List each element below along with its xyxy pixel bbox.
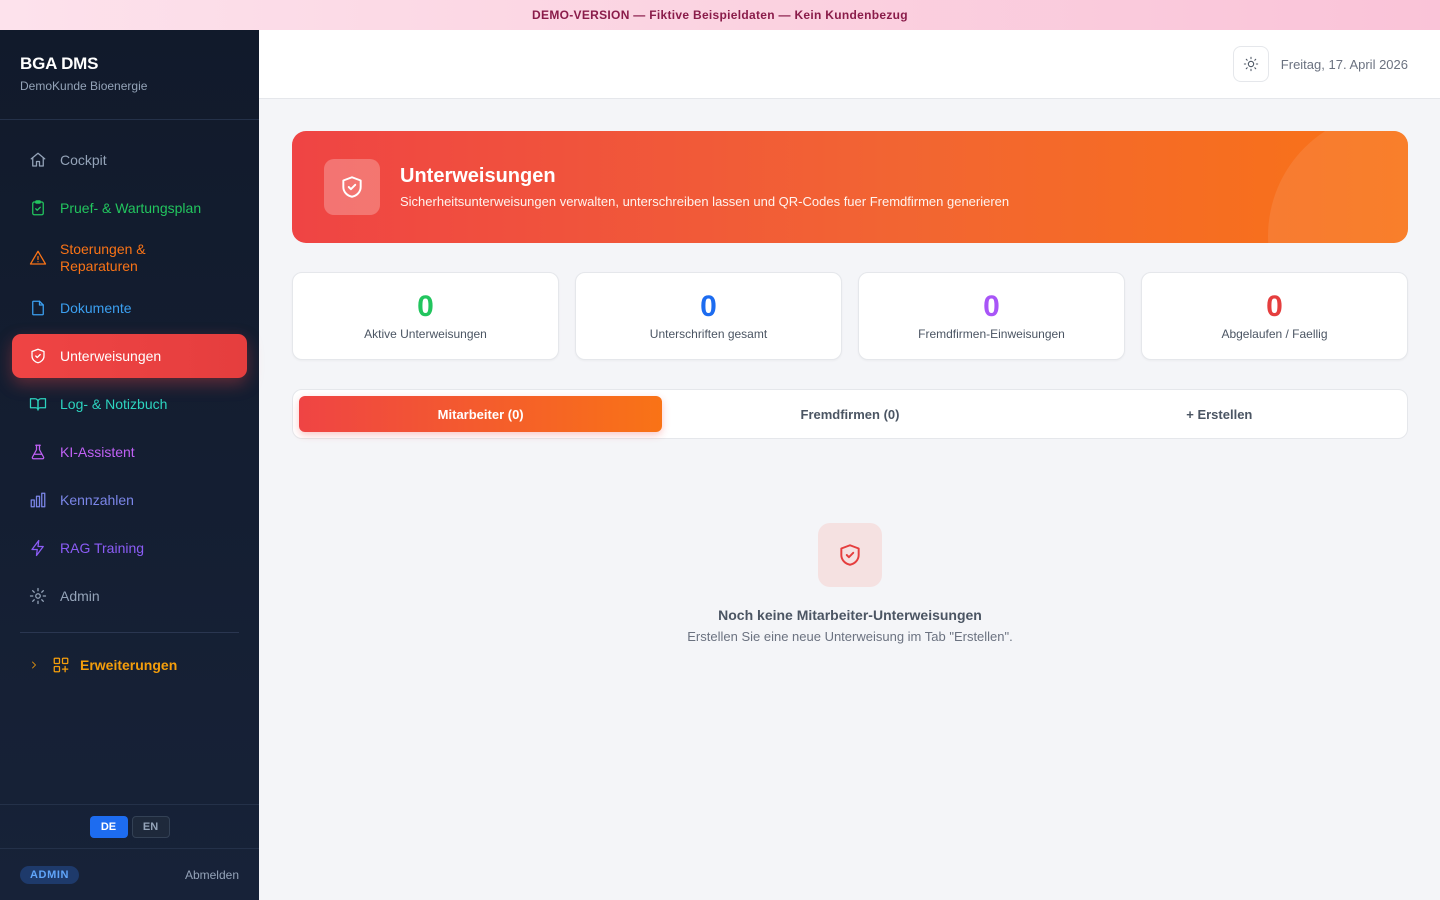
zap-icon (28, 538, 48, 558)
stat-card-aktive-unterweisungen: 0 Aktive Unterweisungen (292, 272, 559, 360)
flask-icon (28, 442, 48, 462)
sidebar-item-admin[interactable]: Admin (12, 574, 247, 618)
extensions-toggle[interactable]: Erweiterungen (12, 647, 247, 683)
clipboard-check-icon (28, 198, 48, 218)
stat-value: 0 (700, 290, 717, 323)
empty-state: Noch keine Mitarbeiter-Unterweisungen Er… (292, 523, 1408, 644)
demo-banner: DEMO-VERSION — Fiktive Beispieldaten — K… (0, 0, 1440, 30)
shield-check-icon (28, 346, 48, 366)
stat-label: Abgelaufen / Faellig (1221, 327, 1328, 341)
sidebar-item-pruef-wartungsplan[interactable]: Pruef- & Wartungsplan (12, 186, 247, 230)
sidebar-item-label: Admin (60, 587, 100, 604)
logout-link[interactable]: Abmelden (185, 868, 239, 882)
tab-fremdfirmen[interactable]: Fremdfirmen (0) (668, 396, 1031, 432)
sun-icon (1243, 56, 1259, 72)
chevron-right-icon (28, 659, 42, 671)
sidebar-item-dokumente[interactable]: Dokumente (12, 286, 247, 330)
hero-decoration (1268, 131, 1408, 243)
page-title: Unterweisungen (400, 165, 556, 187)
book-open-icon (28, 394, 48, 414)
home-icon (28, 150, 48, 170)
stat-label: Aktive Unterweisungen (364, 327, 487, 341)
tab-bar: Mitarbeiter (0) Fremdfirmen (0) + Erstel… (292, 389, 1408, 439)
extensions-label: Erweiterungen (80, 657, 178, 673)
sidebar-item-cockpit[interactable]: Cockpit (12, 138, 247, 182)
sidebar-item-label: Unterweisungen (60, 347, 162, 364)
file-icon (28, 298, 48, 318)
empty-state-title: Noch keine Mitarbeiter-Unterweisungen (718, 607, 982, 623)
sidebar-item-label: Stoerungen & Reparaturen (60, 241, 146, 274)
shield-check-icon (324, 159, 380, 215)
bar-chart-icon (28, 490, 48, 510)
stats-row: 0 Aktive Unterweisungen 0 Unterschriften… (292, 272, 1408, 360)
stat-label: Unterschriften gesamt (649, 327, 768, 341)
gear-icon (28, 586, 48, 606)
tab-erstellen[interactable]: + Erstellen (1038, 396, 1401, 432)
sidebar-item-label: Kennzahlen (60, 491, 134, 508)
stat-card-unterschriften: 0 Unterschriften gesamt (575, 272, 842, 360)
page-header: Unterweisungen Sicherheitsunterweisungen… (292, 131, 1408, 243)
current-date: Freitag, 17. April 2026 (1280, 56, 1408, 72)
sidebar-item-ki-assistent[interactable]: KI-Assistent (12, 430, 247, 474)
stat-label: Fremdfirmen-Einweisungen (918, 327, 1065, 341)
role-badge: ADMIN (20, 865, 80, 884)
sidebar-nav: Cockpit Pruef- & Wartungsplan Stoerungen… (0, 120, 259, 683)
sidebar-item-label: Log- & Notizbuch (60, 395, 168, 412)
warning-triangle-icon (28, 248, 48, 268)
sidebar-item-label: KI-Assistent (60, 443, 135, 460)
sidebar: BGA DMS DemoKunde Bioenergie Cockpit Pru… (0, 30, 259, 900)
brand-subtitle: DemoKunde Bioenergie (20, 79, 148, 93)
sidebar-item-label: Pruef- & Wartungsplan (60, 199, 202, 216)
stat-value: 0 (983, 290, 1000, 323)
main-content: Unterweisungen Sicherheitsunterweisungen… (292, 131, 1408, 644)
sidebar-item-label: Dokumente (60, 299, 132, 316)
sidebar-footer: ADMIN Abmelden (0, 848, 259, 900)
sidebar-item-label: Cockpit (60, 151, 107, 168)
sidebar-item-stoerungen[interactable]: Stoerungen & Reparaturen (12, 234, 247, 282)
topbar: Freitag, 17. April 2026 (259, 30, 1440, 99)
sidebar-item-label: RAG Training (60, 539, 145, 556)
stat-value: 0 (417, 290, 434, 323)
divider (20, 632, 239, 633)
empty-state-subtitle: Erstellen Sie eine neue Unterweisung im … (687, 629, 1013, 644)
brand-title: BGA DMS (20, 54, 99, 73)
stat-value: 0 (1266, 290, 1283, 323)
page-subtitle: Sicherheitsunterweisungen verwalten, unt… (400, 194, 1010, 209)
sidebar-item-log-notizbuch[interactable]: Log- & Notizbuch (12, 382, 247, 426)
language-switcher: DE EN (0, 804, 259, 848)
extensions-icon (52, 656, 70, 674)
tab-mitarbeiter[interactable]: Mitarbeiter (0) (299, 396, 663, 432)
sidebar-item-unterweisungen[interactable]: Unterweisungen (12, 334, 247, 378)
sidebar-item-rag-training[interactable]: RAG Training (12, 526, 247, 570)
lang-de-button[interactable]: DE (89, 815, 128, 838)
stat-card-fremdfirmen: 0 Fremdfirmen-Einweisungen (858, 272, 1125, 360)
shield-check-icon (818, 523, 882, 587)
brand: BGA DMS DemoKunde Bioenergie (0, 30, 259, 120)
sidebar-item-kennzahlen[interactable]: Kennzahlen (12, 478, 247, 522)
lang-en-button[interactable]: EN (131, 815, 170, 838)
theme-toggle-button[interactable] (1232, 46, 1269, 82)
stat-card-abgelaufen: 0 Abgelaufen / Faellig (1141, 272, 1408, 360)
